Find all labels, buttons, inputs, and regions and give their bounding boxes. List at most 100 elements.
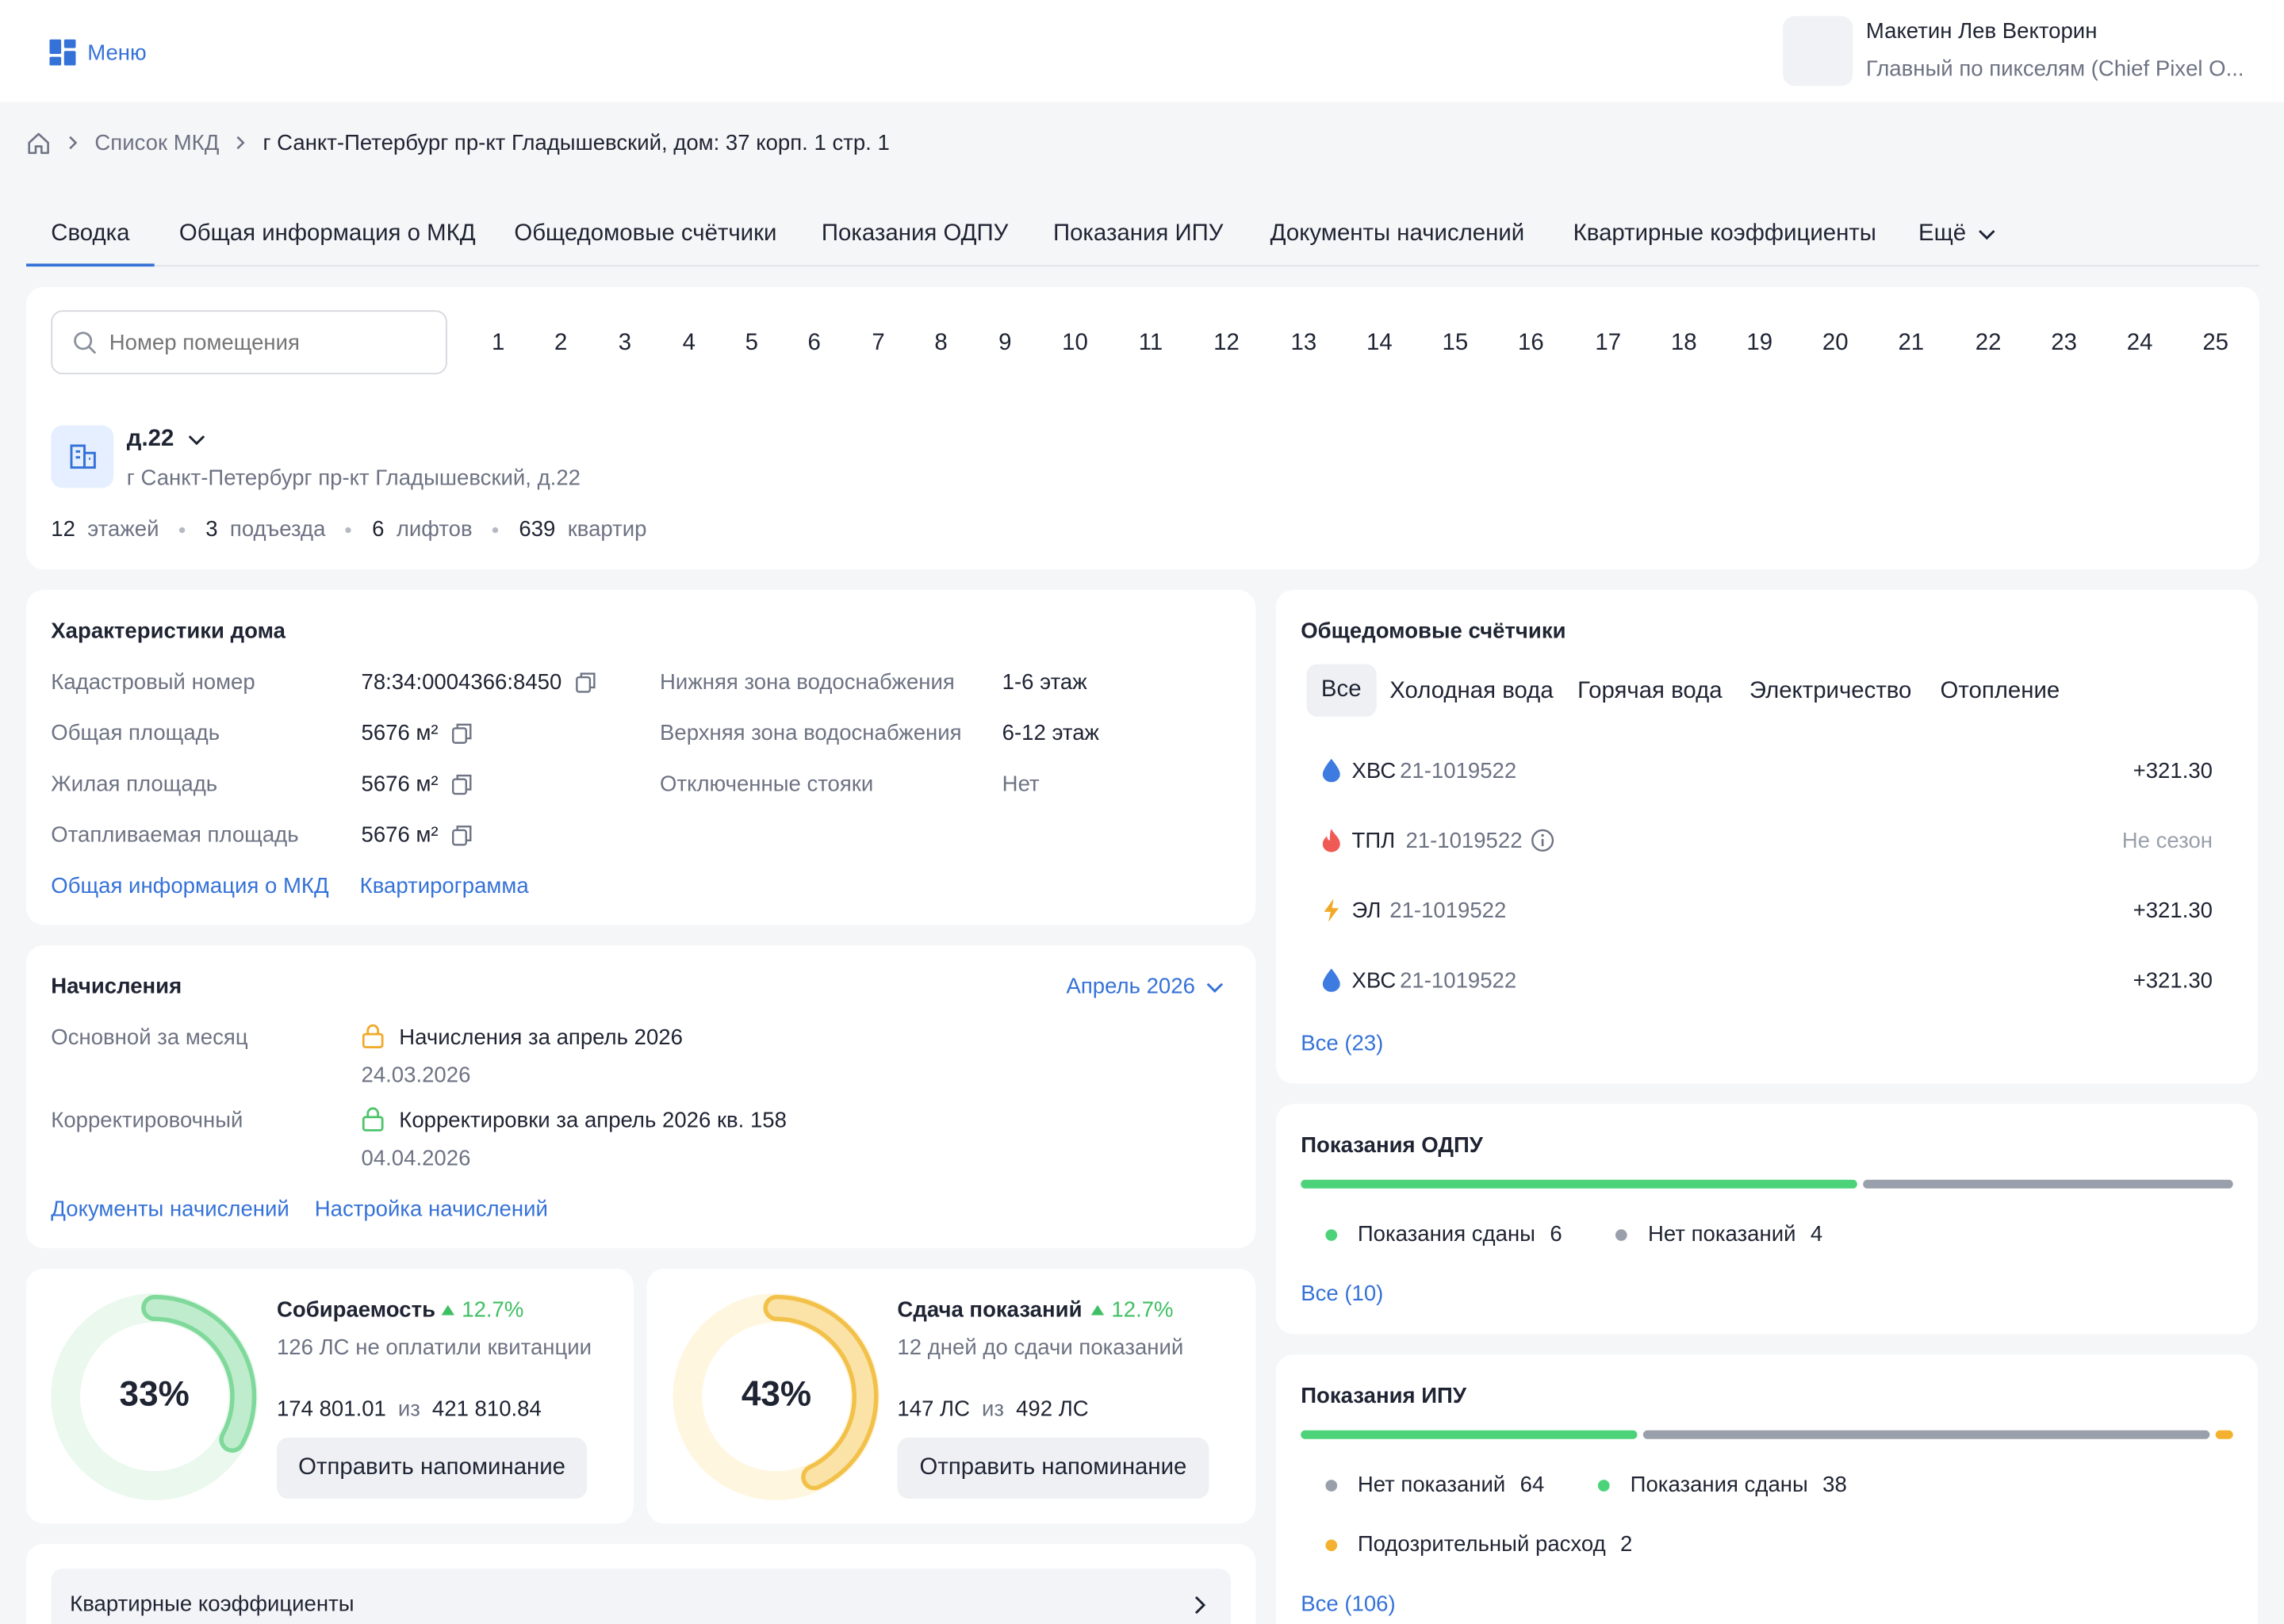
tab-odpu-readings[interactable]: Показания ОДПУ <box>822 221 1008 247</box>
page-number[interactable]: 25 <box>2194 331 2237 357</box>
collection-of: из <box>397 1396 420 1422</box>
page-number[interactable]: 12 <box>1205 331 1248 357</box>
ipu-all-link[interactable]: Все (106) <box>1301 1592 1395 1617</box>
chevron-right-icon <box>69 136 78 150</box>
page-number[interactable]: 19 <box>1738 331 1781 357</box>
page-number[interactable]: 23 <box>2042 331 2086 357</box>
filter-electricity[interactable]: Электричество <box>1749 679 1911 705</box>
accrual-corr-value[interactable]: Корректировки за апрель 2026 кв. 158 <box>399 1109 787 1133</box>
copy-icon[interactable] <box>451 825 472 847</box>
coefficients-row[interactable]: Квартирные коэффициенты <box>51 1568 1232 1624</box>
page-number[interactable]: 14 <box>1358 331 1401 357</box>
filter-heating[interactable]: Отопление <box>1941 679 2060 705</box>
lightning-icon <box>1324 898 1339 922</box>
page-number[interactable]: 8 <box>919 331 963 357</box>
copy-icon[interactable] <box>451 773 472 795</box>
triangle-up-icon <box>1090 1304 1105 1316</box>
legend-dot <box>1325 1479 1338 1491</box>
page-number[interactable]: 13 <box>1282 331 1325 357</box>
filter-all[interactable]: Все <box>1306 664 1376 717</box>
readings-reminder-button[interactable]: Отправить напоминание <box>897 1437 1209 1500</box>
house-address: г Санкт-Петербург пр-кт Гладышевский, д.… <box>126 465 581 491</box>
tab-general-info[interactable]: Общая информация о МКД <box>179 221 476 247</box>
meter-value: Не сезон <box>2121 829 2213 854</box>
chevron-right-icon <box>1194 1595 1206 1614</box>
page-number[interactable]: 1 <box>477 331 520 357</box>
collection-percent: 33% <box>119 1374 190 1415</box>
characteristics-title: Характеристики дома <box>51 619 286 644</box>
page-number[interactable]: 17 <box>1586 331 1630 357</box>
menu-button[interactable]: Меню <box>49 38 147 67</box>
search-input[interactable] <box>109 330 416 355</box>
meter-type: ХВС <box>1351 758 1397 784</box>
meter-row[interactable]: ТПЛ 21-1019522 Не сезон <box>1301 816 2233 868</box>
meter-row[interactable]: ХВС 21-1019522 +321.30 <box>1301 956 2233 1008</box>
odpu-legend: Показания сданы 6 Нет показаний 4 <box>1325 1222 1822 1247</box>
stat-value: 6 <box>372 517 385 542</box>
period-selector[interactable]: Апрель 2026 <box>1066 975 1224 999</box>
page-number[interactable]: 7 <box>856 331 900 357</box>
legend-count: 64 <box>1519 1472 1545 1498</box>
avatar[interactable] <box>1783 16 1853 86</box>
page-number[interactable]: 15 <box>1433 331 1477 357</box>
tab-ipu-readings[interactable]: Показания ИПУ <box>1053 221 1223 247</box>
tab-accrual-docs[interactable]: Документы начислений <box>1270 221 1525 247</box>
page-number[interactable]: 11 <box>1129 331 1172 357</box>
page-number[interactable]: 3 <box>603 331 646 357</box>
page-number[interactable]: 16 <box>1509 331 1553 357</box>
meters-all-link[interactable]: Все (23) <box>1301 1031 1383 1055</box>
info-icon[interactable] <box>1531 829 1554 852</box>
house-selector[interactable]: д.22 <box>127 427 206 453</box>
breadcrumb-list[interactable]: Список МКД <box>94 130 219 155</box>
copy-icon[interactable] <box>451 722 472 745</box>
page-number[interactable]: 21 <box>1889 331 1933 357</box>
top-header: Меню Макетин Лев Векторин Главный по пик… <box>0 0 2284 102</box>
legend-count: 6 <box>1550 1222 1562 1247</box>
meter-row[interactable]: ЭЛ 21-1019522 +321.30 <box>1301 886 2233 938</box>
home-icon[interactable] <box>26 130 51 155</box>
legend-dot <box>1598 1479 1610 1491</box>
filter-hot-water[interactable]: Горячая вода <box>1577 679 1722 705</box>
page-number[interactable]: 10 <box>1053 331 1097 357</box>
collection-reminder-button[interactable]: Отправить напоминание <box>276 1437 588 1500</box>
search-field[interactable] <box>51 310 447 375</box>
readings-trend-value: 12.7% <box>1111 1297 1174 1323</box>
meter-row[interactable]: ХВС 21-1019522 +321.30 <box>1301 745 2233 798</box>
page-number[interactable]: 2 <box>539 331 583 357</box>
general-info-link[interactable]: Общая информация о МКД <box>51 874 328 898</box>
accruals-title: Начисления <box>51 974 182 1000</box>
tab-apartment-coefs[interactable]: Квартирные коэффициенты <box>1573 221 1876 247</box>
char-label: Нижняя зона водоснабжения <box>660 669 955 695</box>
odpu-all-link[interactable]: Все (10) <box>1301 1281 1383 1306</box>
tab-common-meters[interactable]: Общедомовые счётчики <box>514 221 776 247</box>
chevron-right-icon <box>237 136 246 150</box>
progress-segment <box>1862 1179 2233 1189</box>
accrual-docs-link[interactable]: Документы начислений <box>51 1197 289 1222</box>
meter-value: +321.30 <box>2133 968 2213 994</box>
page-number[interactable]: 9 <box>983 331 1027 357</box>
page-number[interactable]: 4 <box>667 331 711 357</box>
building-icon <box>70 444 96 469</box>
readings-trend: 12.7% <box>1090 1297 1174 1323</box>
stat-value: 12 <box>51 517 75 542</box>
page-number[interactable]: 5 <box>730 331 773 357</box>
user-name: Макетин Лев Векторин <box>1865 18 2098 44</box>
page-number[interactable]: 22 <box>1967 331 2010 357</box>
accrual-main-label: Основной за месяц <box>51 1025 248 1051</box>
accrual-main-value[interactable]: Начисления за апрель 2026 <box>399 1025 683 1050</box>
apartment-chart-link[interactable]: Квартирограмма <box>360 874 529 898</box>
meter-number: 21-1019522 <box>1400 968 1517 994</box>
page-number[interactable]: 24 <box>2118 331 2162 357</box>
ipu-legend-2: Подозрительный расход 2 <box>1325 1532 1632 1557</box>
page-number[interactable]: 20 <box>1814 331 1857 357</box>
page-number[interactable]: 6 <box>792 331 836 357</box>
copy-icon[interactable] <box>576 672 596 694</box>
legend-dot <box>1615 1228 1628 1241</box>
filter-cold-water[interactable]: Холодная вода <box>1389 679 1553 705</box>
char-value: 1-6 этаж <box>1002 669 1087 695</box>
odpu-progress <box>1301 1179 2233 1189</box>
tab-more[interactable]: Ещё <box>1918 221 1995 247</box>
page-number[interactable]: 18 <box>1662 331 1706 357</box>
tab-summary[interactable]: Сводка <box>51 221 129 247</box>
accrual-settings-link[interactable]: Настройка начислений <box>315 1197 548 1222</box>
